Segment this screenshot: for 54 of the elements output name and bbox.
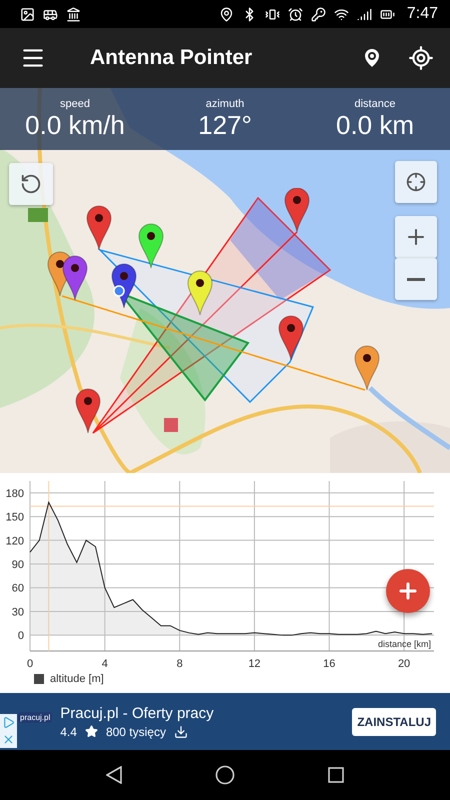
ad-downloads: 800 tysięcy xyxy=(106,724,166,738)
crosshair-icon xyxy=(408,45,434,71)
y-tick-label: 120 xyxy=(6,535,24,548)
ad-logo: pracuj.pl xyxy=(18,712,52,723)
clock: 7:47 xyxy=(406,5,438,23)
readout-label: azimuth xyxy=(206,98,244,110)
y-tick-label: 30 xyxy=(12,606,24,618)
x-axis-label: distance [km] xyxy=(378,639,431,649)
readout-value: 127° xyxy=(198,110,252,140)
home-icon[interactable] xyxy=(214,765,235,785)
zoom-out-button[interactable] xyxy=(395,258,437,300)
rotate-icon xyxy=(20,173,42,195)
play-icon xyxy=(0,714,17,731)
readout-label: speed xyxy=(60,98,90,110)
y-tick-label: 90 xyxy=(12,559,24,572)
legend-label: altitude [m] xyxy=(50,673,104,685)
key-icon xyxy=(310,6,326,22)
crosshair-icon xyxy=(406,172,426,192)
add-button[interactable] xyxy=(386,569,430,613)
image-icon xyxy=(20,6,35,22)
alarm-icon xyxy=(288,6,303,22)
ad-title: Pracuj.pl - Oferty pracy xyxy=(60,704,215,722)
y-tick-label: 0 xyxy=(18,630,24,642)
y-tick-label: 180 xyxy=(6,488,24,500)
location-icon xyxy=(218,6,234,22)
rotate-reset-button[interactable] xyxy=(9,163,53,205)
install-button[interactable]: ZAINSTALUJ xyxy=(352,708,436,736)
signal-icon xyxy=(356,6,372,22)
minus-icon xyxy=(407,278,425,280)
back-icon[interactable] xyxy=(106,766,122,784)
wifi-icon xyxy=(334,6,349,22)
app-title: Antenna Pointer xyxy=(90,46,252,70)
y-tick-label: 150 xyxy=(6,512,24,524)
y-tick-label: 60 xyxy=(12,582,24,595)
x-tick-label: 16 xyxy=(323,658,336,670)
x-tick-label: 20 xyxy=(398,658,410,670)
readout-label: distance xyxy=(354,98,396,110)
x-tick-label: 8 xyxy=(176,658,183,670)
legend-swatch xyxy=(34,674,44,684)
x-tick-label: 12 xyxy=(248,658,261,670)
x-tick-label: 0 xyxy=(26,658,34,670)
readout-value: 0.0 km xyxy=(336,110,414,140)
zoom-in-button[interactable] xyxy=(395,216,437,258)
vibrate-icon xyxy=(264,6,280,22)
my-location-button[interactable] xyxy=(395,161,437,203)
my-location-button[interactable] xyxy=(406,43,436,73)
recents-icon[interactable] xyxy=(328,767,344,783)
ad-rating: 4.4 xyxy=(60,724,77,738)
x-tick-label: 4 xyxy=(102,658,108,670)
readout-value: 0.0 km/h xyxy=(25,110,125,140)
building-icon xyxy=(66,6,81,22)
ad-banner[interactable]: pracuj.pl Pracuj.pl - Oferty pracy 4.4 800 tysięcy ZAINSTALUJ xyxy=(0,693,450,750)
star-icon xyxy=(84,725,98,738)
download-icon xyxy=(174,724,188,738)
